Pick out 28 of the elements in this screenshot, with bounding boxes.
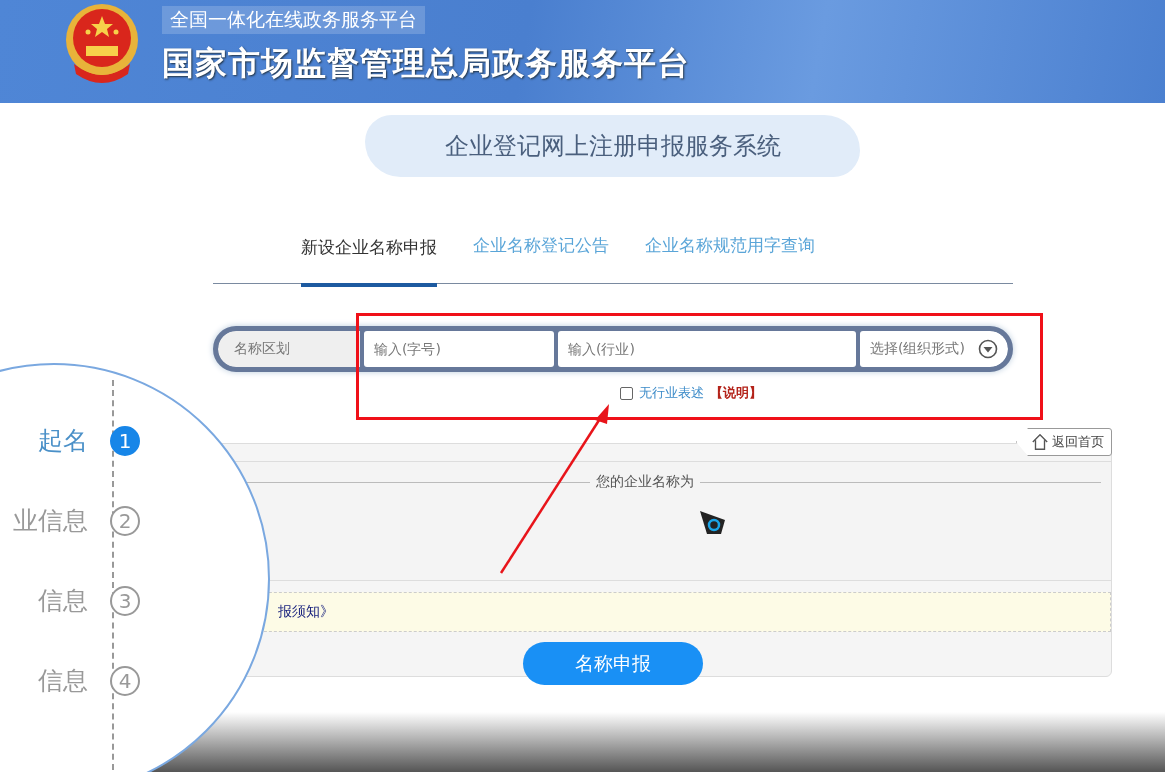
step-number: 2 [110,505,140,536]
step-number: 3 [110,585,140,616]
home-icon [1031,433,1049,451]
system-title: 企业登记网上注册申报服务系统 [365,115,860,177]
notice-link[interactable]: 报须知》 [278,603,334,621]
checkbox[interactable] [620,386,633,400]
checkbox-label[interactable]: 无行业表述 [639,384,704,402]
select-field[interactable]: 选择(组织形式) [860,331,1008,367]
step-label: 起名 [38,425,88,457]
step-number: 1 [110,425,140,456]
input-field[interactable]: 输入(行业) [558,331,856,367]
cursor-icon [699,510,727,536]
note-link[interactable]: 【说明】 [710,384,762,402]
nav-tab[interactable]: 新设企业名称申报 [301,229,437,287]
dropdown-icon[interactable] [978,339,998,359]
step-number: 4 [110,665,140,696]
platform-title: 国家市场监督管理总局政务服务平台 [162,42,690,84]
nav-tab[interactable]: 企业名称规范用字查询 [645,229,815,284]
input-field[interactable]: 输入(字号) [364,331,554,367]
platform-subtitle: 全国一体化在线政务服务平台 [162,5,425,34]
step-label: 信息 [38,665,88,697]
result-legend: 您的企业名称为 [590,473,700,491]
submit-button[interactable]: 名称申报 [523,642,703,685]
nav-tab[interactable]: 企业名称登记公告 [473,229,609,284]
step-label: 业信息 [13,505,88,537]
back-home-button[interactable]: 返回首页 [1016,428,1112,456]
step-label: 信息 [38,585,88,617]
region-label: 名称区划 [218,331,360,367]
